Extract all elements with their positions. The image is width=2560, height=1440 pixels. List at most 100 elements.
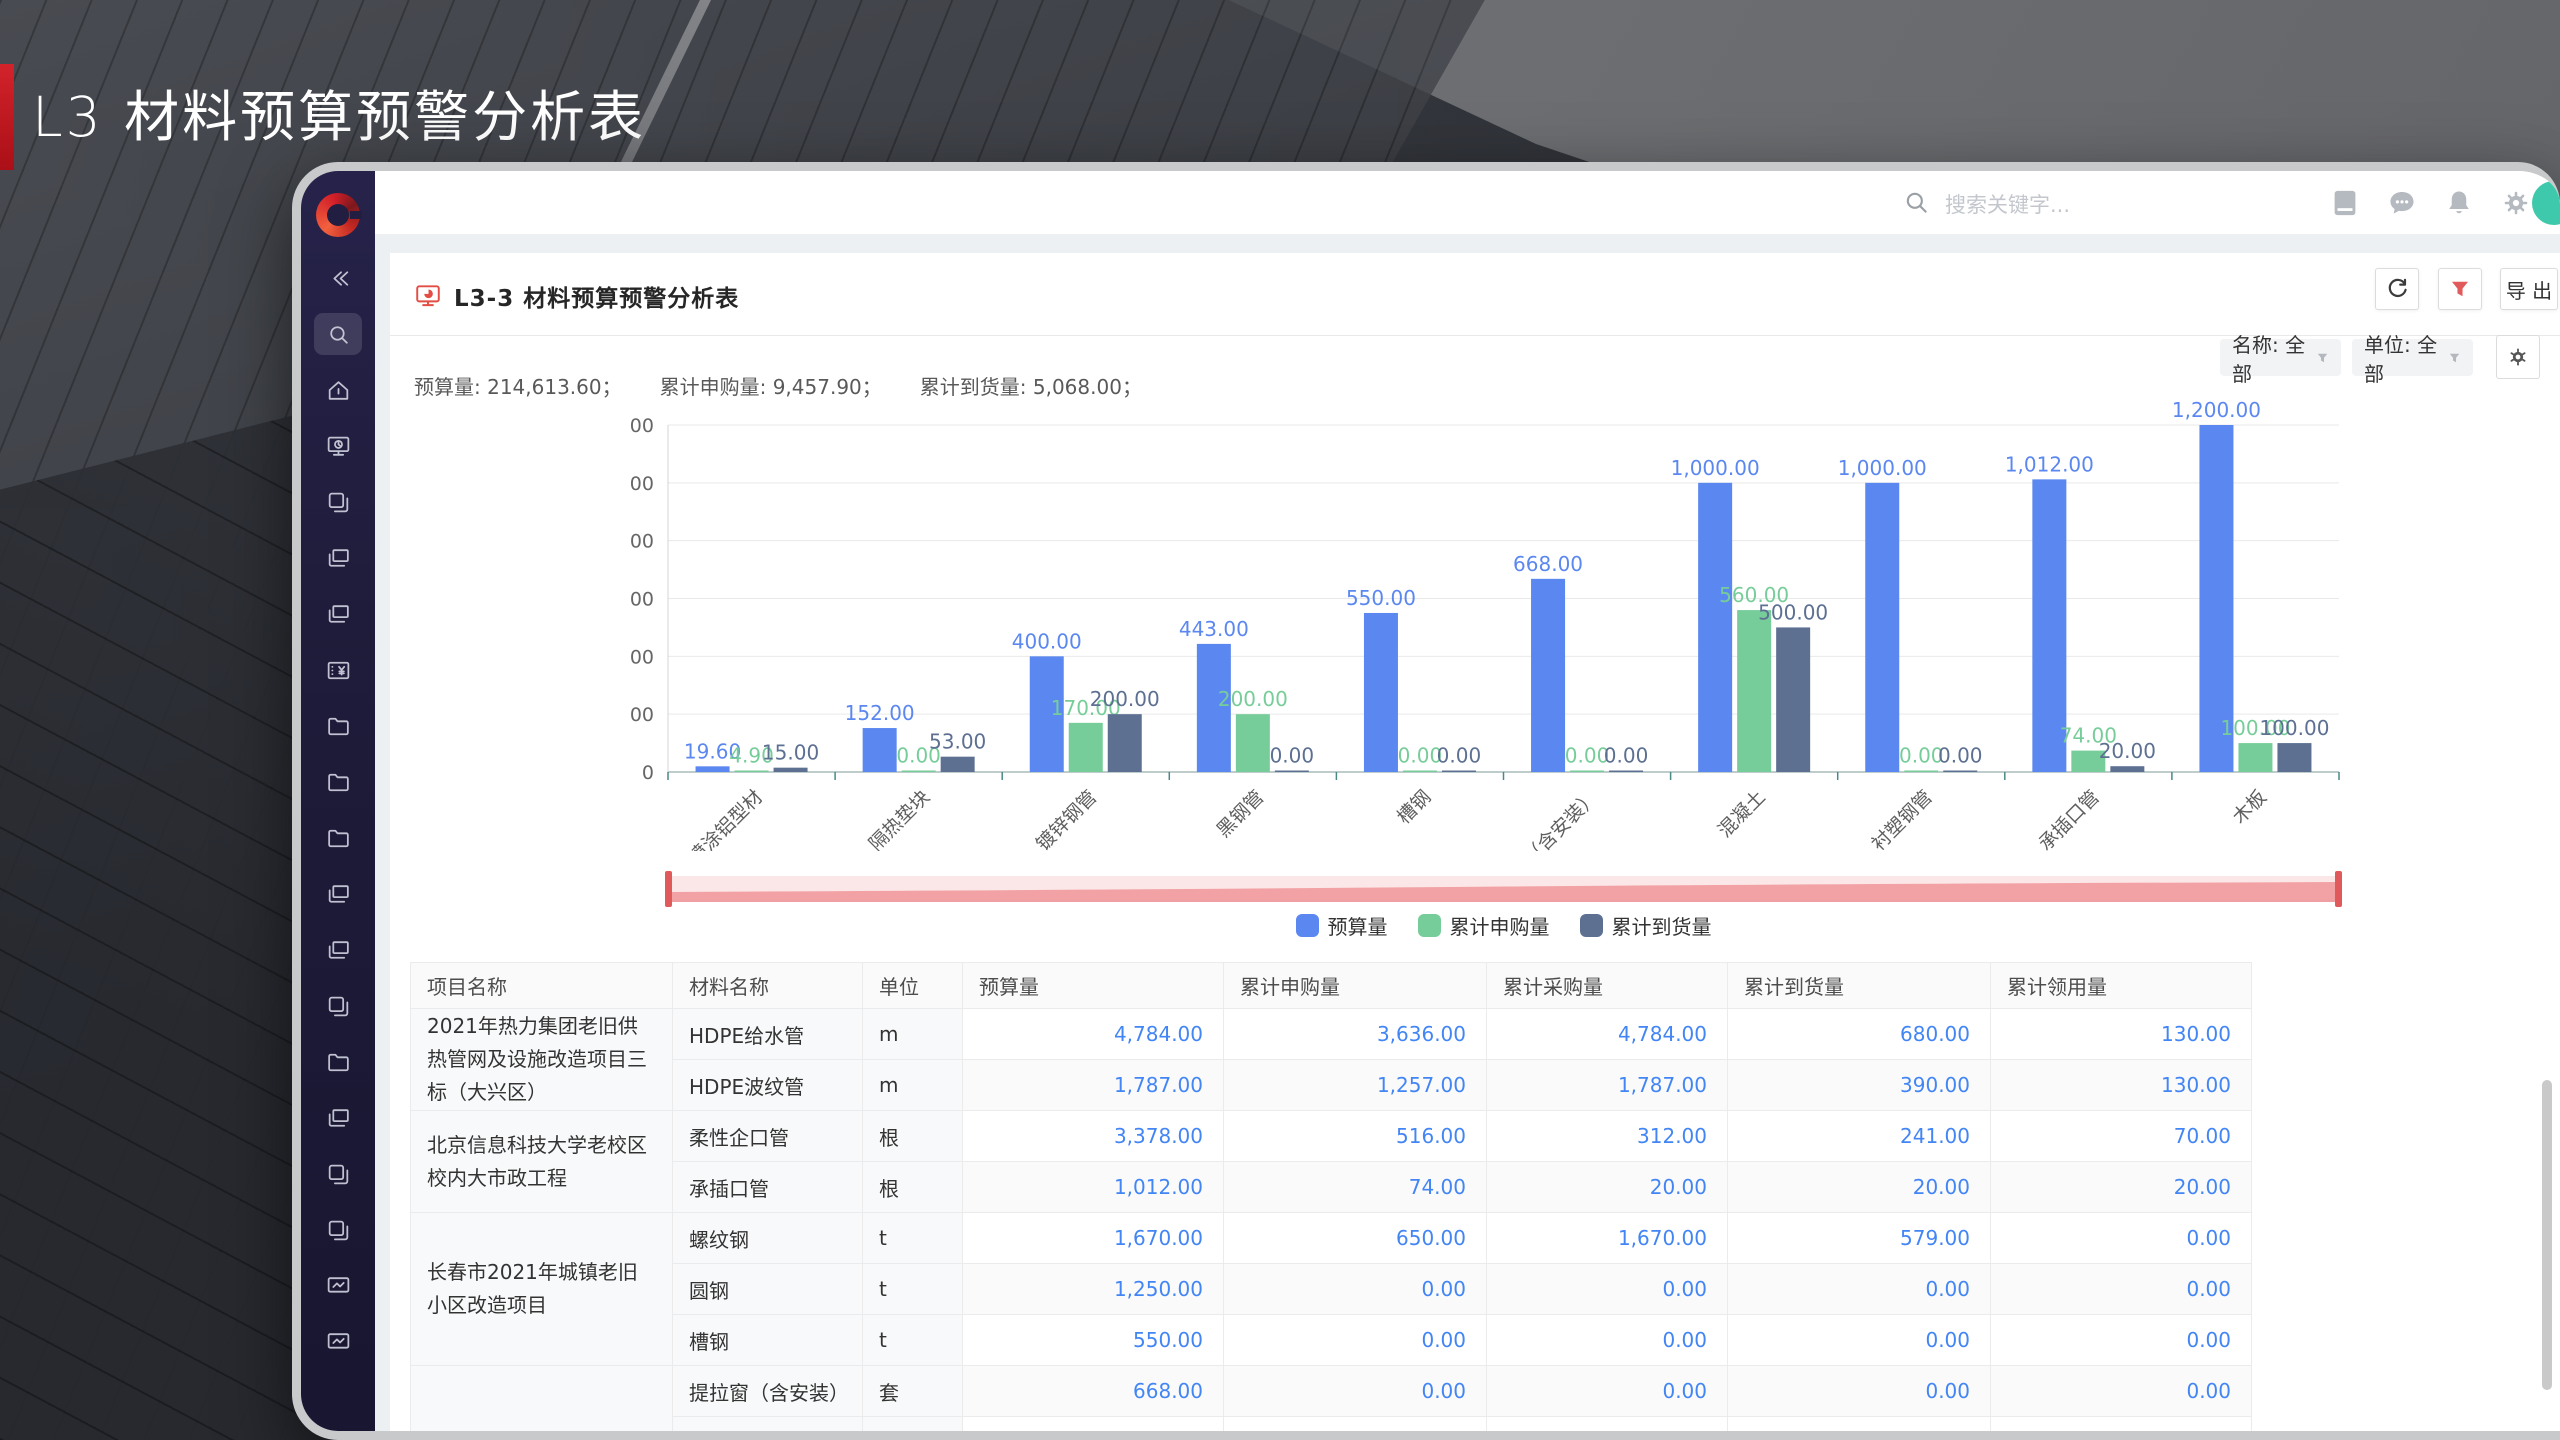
- legend-item-累计申购量[interactable]: 累计申购量: [1417, 911, 1550, 940]
- value-cell[interactable]: 74.00: [1223, 1161, 1487, 1213]
- value-cell[interactable]: 668.00: [962, 1365, 1224, 1417]
- value-cell[interactable]: 0.00: [1486, 1263, 1728, 1315]
- value-cell[interactable]: 550.00: [962, 1314, 1224, 1366]
- sidebar-item-folder-8[interactable]: [314, 705, 362, 747]
- value-cell[interactable]: 4,784.00: [962, 1008, 1224, 1060]
- value-cell[interactable]: 130.00: [1990, 1008, 2252, 1060]
- value-cell[interactable]: 0.00: [1486, 1365, 1728, 1417]
- value-cell[interactable]: 650.00: [1223, 1212, 1487, 1264]
- sidebar-item-folder-9[interactable]: [314, 761, 362, 803]
- value-cell[interactable]: 0.00: [1223, 1263, 1487, 1315]
- bar-累计到货量-木板[interactable]: [2277, 743, 2312, 772]
- value-cell[interactable]: 20.00: [1990, 1161, 2252, 1213]
- bar-累计申购量-镀锌钢管[interactable]: [1068, 722, 1103, 772]
- search-input[interactable]: 搜索关键字...: [1945, 189, 2070, 219]
- value-cell[interactable]: 4,784.00: [1486, 1008, 1728, 1060]
- value-cell[interactable]: 390.00: [1727, 1059, 1991, 1111]
- bar-累计申购量-衬塑钢管[interactable]: [1904, 770, 1939, 773]
- sidebar-item-copy-17[interactable]: [314, 1209, 362, 1251]
- bar-累计申购量-木板[interactable]: [2238, 743, 2273, 772]
- datazoom-slider[interactable]: [665, 871, 2342, 907]
- sidebar-item-collapse[interactable]: [314, 257, 362, 299]
- sidebar-item-winstack-5[interactable]: [314, 537, 362, 579]
- bar-预算量-槽钢[interactable]: [1363, 612, 1398, 772]
- value-cell[interactable]: 312.00: [1486, 1110, 1728, 1162]
- bar-累计到货量-隔热垫块[interactable]: [940, 756, 975, 772]
- value-cell[interactable]: 70.00: [1990, 1110, 2252, 1162]
- value-cell[interactable]: 130.00: [1990, 1059, 2252, 1111]
- sidebar-item-folder-14[interactable]: [314, 1041, 362, 1083]
- sidebar-item-winstack-6[interactable]: [314, 593, 362, 635]
- datazoom-handle-right[interactable]: [2335, 871, 2342, 907]
- sidebar-item-dashboard[interactable]: [314, 425, 362, 467]
- value-cell[interactable]: 1,787.00: [962, 1059, 1224, 1111]
- value-cell[interactable]: 0.00: [1486, 1314, 1728, 1366]
- bar-累计到货量-黑钢管[interactable]: [1274, 770, 1309, 773]
- value-cell[interactable]: 0.00: [1727, 1365, 1991, 1417]
- search-icon[interactable]: [1903, 189, 1931, 217]
- filter-chip-unit[interactable]: 单位: 全部: [2352, 333, 2473, 386]
- value-cell[interactable]: 0.00: [1223, 1365, 1487, 1417]
- bar-预算量-混凝土[interactable]: [1698, 482, 1733, 772]
- sidebar-item-search[interactable]: [314, 313, 362, 355]
- sidebar-item-winstack-12[interactable]: [314, 929, 362, 971]
- sidebar-item-chartboard-19[interactable]: [314, 1321, 362, 1363]
- bar-累计到货量-承插口管[interactable]: [2110, 766, 2145, 772]
- bar-累计到货量-混凝土[interactable]: [1776, 627, 1811, 772]
- sidebar-item-folder-10[interactable]: [314, 817, 362, 859]
- value-cell[interactable]: 20.00: [1727, 1161, 1991, 1213]
- sidebar-item-home[interactable]: [314, 369, 362, 411]
- value-cell[interactable]: 1,257.00: [1223, 1059, 1487, 1111]
- bell-icon[interactable]: [2444, 188, 2474, 218]
- value-cell[interactable]: 516.00: [1223, 1110, 1487, 1162]
- bar-累计到货量-衬塑钢管[interactable]: [1943, 770, 1978, 773]
- bar-累计到货量-粉末喷涂铝型材[interactable]: [773, 767, 808, 772]
- bar-累计到货量-槽钢[interactable]: [1441, 770, 1476, 773]
- sidebar-item-winstack-15[interactable]: [314, 1097, 362, 1139]
- value-cell[interactable]: 1,250.00: [962, 1263, 1224, 1315]
- value-cell[interactable]: 0.00: [1990, 1212, 2252, 1264]
- bar-预算量-隔热垫块[interactable]: [862, 728, 897, 772]
- bar-预算量-粉末喷涂铝型材[interactable]: [695, 766, 730, 772]
- filter-chip-name[interactable]: 名称: 全部: [2220, 333, 2341, 386]
- table-settings-button[interactable]: [2496, 335, 2540, 379]
- value-cell[interactable]: 1,012.00: [962, 1161, 1224, 1213]
- user-avatar[interactable]: [2532, 181, 2560, 225]
- bar-累计申购量-隔热垫块[interactable]: [901, 770, 936, 773]
- value-cell[interactable]: 0.00: [1727, 1263, 1991, 1315]
- export-button[interactable]: 导 出: [2500, 268, 2558, 310]
- value-cell[interactable]: 579.00: [1727, 1212, 1991, 1264]
- bar-累计到货量-镀锌钢管[interactable]: [1107, 714, 1142, 772]
- legend-item-累计到货量[interactable]: 累计到货量: [1579, 911, 1712, 940]
- bar-累计申购量-混凝土[interactable]: [1737, 610, 1772, 772]
- value-cell[interactable]: 0.00: [1223, 1314, 1487, 1366]
- sidebar-item-copy-13[interactable]: [314, 985, 362, 1027]
- bar-累计到货量-提拉窗（含安装）[interactable]: [1609, 770, 1644, 773]
- sidebar-item-chartboard-18[interactable]: [314, 1265, 362, 1307]
- sidebar-item-copy-16[interactable]: [314, 1153, 362, 1195]
- value-cell[interactable]: 1,670.00: [962, 1212, 1224, 1264]
- value-cell[interactable]: 3,636.00: [1223, 1008, 1487, 1060]
- bar-预算量-提拉窗（含安装）[interactable]: [1531, 578, 1566, 772]
- value-cell[interactable]: 241.00: [1727, 1110, 1991, 1162]
- bar-预算量-衬塑钢管[interactable]: [1865, 482, 1900, 772]
- sidebar-item-winstack-11[interactable]: [314, 873, 362, 915]
- bar-累计申购量-粉末喷涂铝型材[interactable]: [734, 770, 769, 773]
- value-cell[interactable]: 0.00: [1990, 1365, 2252, 1417]
- value-cell[interactable]: 0.00: [1990, 1314, 2252, 1366]
- sidebar-item-bill[interactable]: [314, 649, 362, 691]
- sidebar-item-copy-4[interactable]: [314, 481, 362, 523]
- filter-button[interactable]: [2438, 268, 2482, 310]
- refresh-button[interactable]: [2375, 268, 2419, 310]
- value-cell[interactable]: 0.00: [1727, 1314, 1991, 1366]
- bar-累计申购量-黑钢管[interactable]: [1235, 714, 1270, 772]
- bar-累计申购量-提拉窗（含安装）[interactable]: [1570, 770, 1605, 773]
- manual-icon[interactable]: [2330, 188, 2360, 218]
- message-icon[interactable]: [2387, 188, 2417, 218]
- value-cell[interactable]: 0.00: [1990, 1263, 2252, 1315]
- bar-累计申购量-槽钢[interactable]: [1402, 770, 1437, 773]
- app-logo[interactable]: [316, 193, 362, 237]
- value-cell[interactable]: 3,378.00: [962, 1110, 1224, 1162]
- settings-icon[interactable]: [2501, 188, 2531, 218]
- value-cell[interactable]: 1,787.00: [1486, 1059, 1728, 1111]
